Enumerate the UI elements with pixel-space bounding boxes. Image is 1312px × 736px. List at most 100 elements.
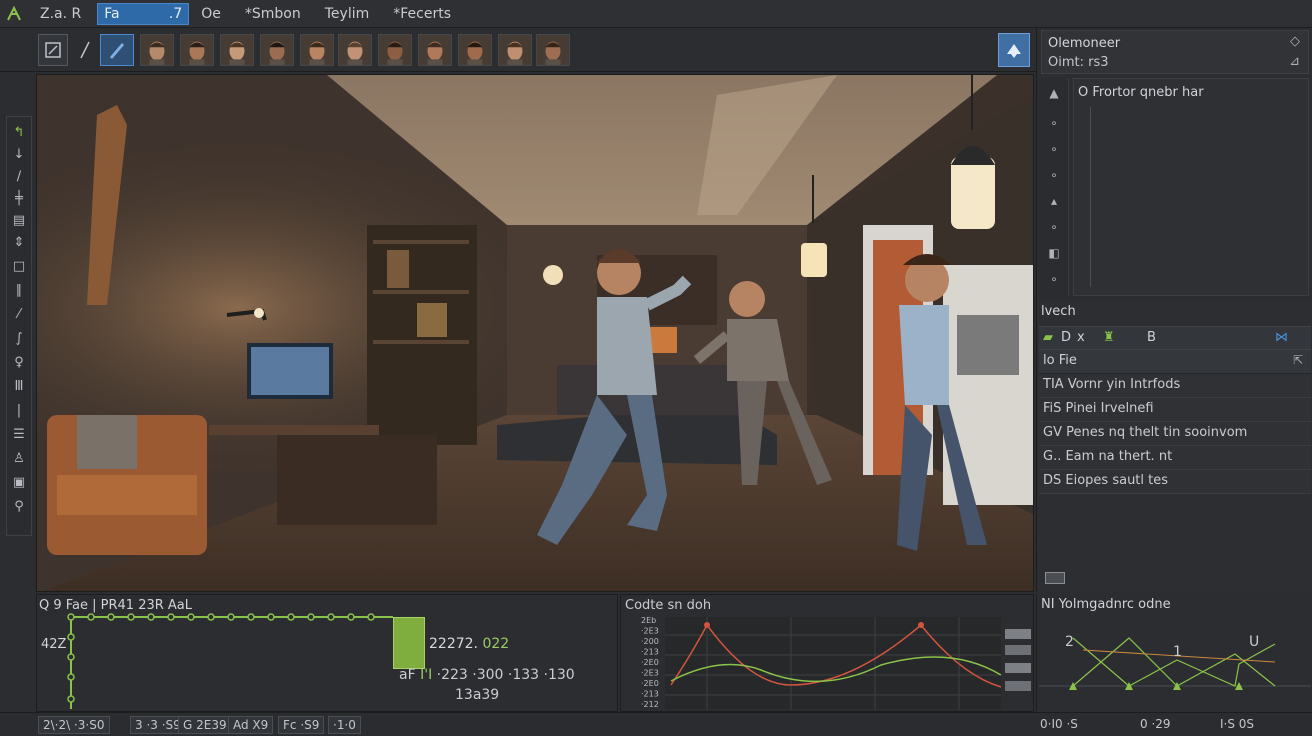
keyframe-marker <box>167 613 175 621</box>
list-item[interactable]: DS Eiopes sautl tes <box>1039 470 1311 494</box>
character-thumbnail[interactable] <box>260 34 294 66</box>
menu-item-oe[interactable]: Oe <box>189 0 233 28</box>
tab-pin-icon[interactable]: ♜ <box>1103 330 1115 345</box>
keyframe-marker <box>367 613 375 621</box>
navigate-button[interactable] <box>998 33 1030 67</box>
file-row[interactable]: lo Fie ⇱ <box>1039 350 1311 374</box>
list-item[interactable]: TIA Vornr yin Intrfods <box>1039 374 1311 398</box>
thumbnail-icon[interactable] <box>1045 572 1065 584</box>
outliner-subtitle: Oimt: rs3 <box>1048 55 1109 70</box>
mini-graph-panel[interactable]: NI Yolmgadnrc odne 2 1 U <box>1036 594 1312 712</box>
pencil-tool-button[interactable] <box>70 34 100 66</box>
tree-root-item[interactable]: O Frortor qnebr har <box>1078 85 1204 100</box>
pin-icon[interactable]: ⊿ <box>1289 54 1300 69</box>
dot-icon[interactable]: ∘ <box>1045 114 1063 132</box>
triangle-up-icon[interactable]: ▲ <box>1045 84 1063 102</box>
tool-figure-icon[interactable]: ♙ <box>7 447 31 469</box>
tool-frame-icon[interactable]: □ <box>7 255 31 277</box>
menu-item-fecerts[interactable]: *Fecerts <box>381 0 463 28</box>
mode-field[interactable]: Fa .7 <box>97 2 190 25</box>
status-readout-right: I·S 0S <box>1220 717 1255 731</box>
graph-tick-label: ·2E0 <box>641 679 659 688</box>
menu-item-teylim[interactable]: Teylim <box>313 0 382 28</box>
dot-icon[interactable]: ∘ <box>1045 218 1063 236</box>
status-item[interactable]: Ad X9 <box>228 716 274 734</box>
keyframe-marker <box>327 613 335 621</box>
diamond-icon[interactable]: ◇ <box>1290 34 1300 49</box>
timeline-title: Q 9 Fae | PR41 23R AaL <box>39 598 193 613</box>
character-thumbnail[interactable] <box>338 34 372 66</box>
export-icon[interactable]: ⇱ <box>1293 353 1303 367</box>
graph-title: Codte sn doh <box>625 598 712 613</box>
graph-editor-panel[interactable]: Codte sn doh 2Eb ·2E3·200·213·2E0·2E3·2E0… <box>620 594 1034 712</box>
character-thumbnail[interactable] <box>220 34 254 66</box>
outliner-panel: Olemoneer Oimt: rs3 ◇ ⊿ ▲ ∘ ∘ ∘ ▴ ∘ ◧ ∘ … <box>1036 28 1312 300</box>
3d-viewport[interactable] <box>36 74 1034 592</box>
status-readout-left: 0·I0 ·S <box>1040 717 1078 731</box>
mini-graph-canvas[interactable]: 2 1 U <box>1039 614 1311 710</box>
current-frame-marker[interactable] <box>393 617 425 669</box>
graph-canvas[interactable]: 2Eb·2E3·200·213·2E0·2E3·2E0·213·212 <box>621 615 1035 713</box>
character-thumbnail[interactable] <box>378 34 412 66</box>
character-thumbnail[interactable] <box>180 34 214 66</box>
keyframe-marker <box>127 613 135 621</box>
tool-panel-icon[interactable]: ▤ <box>7 209 31 231</box>
tool-curve-icon[interactable]: ∫ <box>7 327 31 349</box>
app-title[interactable]: Z.a. R <box>28 0 93 28</box>
app-logo-icon[interactable] <box>0 0 28 28</box>
character-thumbnail[interactable] <box>418 34 452 66</box>
timeline-y-label: 42Z <box>41 637 67 652</box>
character-thumbnail[interactable] <box>536 34 570 66</box>
tool-pin-icon[interactable]: ♀ <box>7 351 31 373</box>
props-tabs: ▰ D x ♜ B ⋈ <box>1039 326 1311 350</box>
status-item[interactable]: G 2E39 <box>178 716 232 734</box>
tool-save-icon[interactable]: ▣ <box>7 471 31 493</box>
graph-tick-label: ·2E3 <box>641 627 659 636</box>
resize-tool-button[interactable] <box>38 34 68 66</box>
character-thumbnail[interactable] <box>498 34 532 66</box>
slash-icon <box>80 41 90 59</box>
tab-link-icon[interactable]: ⋈ <box>1275 330 1288 345</box>
tab-key-icon[interactable]: ▰ <box>1043 330 1053 345</box>
dot-icon[interactable]: ∘ <box>1045 270 1063 288</box>
menu-item-symbon[interactable]: *Smbon <box>233 0 313 28</box>
dot-icon[interactable]: ∘ <box>1045 140 1063 158</box>
tool-list-icon[interactable]: ☰ <box>7 423 31 445</box>
status-item[interactable]: 2\·2\ ·3·S0 <box>38 716 110 734</box>
properties-panel: lvech ▰ D x ♜ B ⋈ lo Fie ⇱ TIA Vornr yin… <box>1036 300 1312 592</box>
outliner-title: Olemoneer <box>1048 36 1121 51</box>
list-item[interactable]: FiS Pinei Irvelnefi <box>1039 398 1311 422</box>
keyframe-marker <box>227 613 235 621</box>
scene-render <box>37 75 1033 591</box>
tool-bars-icon[interactable]: ∥ <box>7 279 31 301</box>
status-item[interactable]: Fc ·S9 <box>278 716 325 734</box>
brush-tool-button[interactable] <box>100 34 134 66</box>
character-thumbnail[interactable] <box>140 34 174 66</box>
tool-columns-icon[interactable]: Ⅲ <box>7 375 31 397</box>
tool-key-icon[interactable]: ⚲ <box>7 495 31 517</box>
list-item[interactable]: G.. Eam na thert. nt <box>1039 446 1311 470</box>
timeline-track[interactable] <box>37 613 397 711</box>
character-thumbnail[interactable] <box>458 34 492 66</box>
status-readout-mid: 0 ·29 <box>1140 717 1171 731</box>
timeline-panel[interactable]: Q 9 Fae | PR41 23R AaL 42Z 22272. 022 aF… <box>36 594 618 712</box>
caret-up-icon[interactable]: ▴ <box>1045 192 1063 210</box>
tool-arrow-down-icon[interactable]: ↓ <box>7 143 31 165</box>
dot-icon[interactable]: ∘ <box>1045 166 1063 184</box>
mode-field-value: Fa <box>104 5 120 22</box>
status-item[interactable]: ·1·0 <box>328 716 361 734</box>
tab-x[interactable]: x <box>1077 330 1085 345</box>
layers-icon[interactable]: ◧ <box>1045 244 1063 262</box>
tool-draw-icon[interactable]: ∕ <box>7 165 31 187</box>
tool-split-icon[interactable]: ⇕ <box>7 231 31 253</box>
tool-line-icon[interactable]: ⁄ <box>7 303 31 325</box>
tool-grid-icon[interactable]: ╪ <box>7 187 31 209</box>
mode-field-suffix: .7 <box>168 5 183 22</box>
tab-d[interactable]: D <box>1061 330 1071 345</box>
keyframe-marker <box>247 613 255 621</box>
tab-b[interactable]: B <box>1147 330 1156 345</box>
character-thumbnail[interactable] <box>300 34 334 66</box>
list-item[interactable]: GV Penes nq thelt tin sooinvom <box>1039 422 1311 446</box>
tool-bar-icon[interactable]: | <box>7 399 31 421</box>
tool-hook-icon[interactable]: ↰ <box>7 121 31 143</box>
